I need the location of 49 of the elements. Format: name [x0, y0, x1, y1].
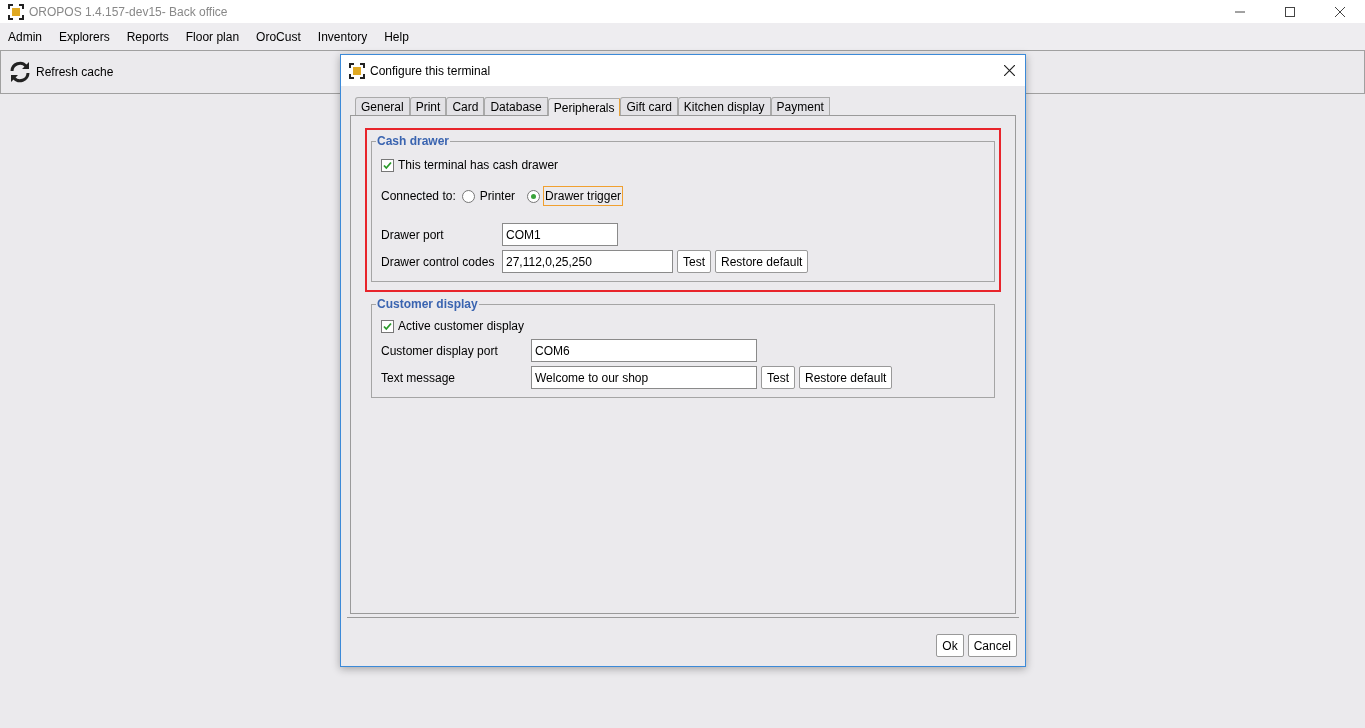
section-title: Cash drawer: [377, 134, 450, 148]
text-field[interactable]: 27,112,0,25,250: [502, 250, 673, 273]
menu-item[interactable]: Reports: [126, 27, 169, 46]
menu-item[interactable]: Inventory: [317, 27, 368, 46]
dialog-button[interactable]: Ok: [936, 634, 964, 657]
tab[interactable]: Kitchen display: [677, 97, 771, 115]
dialog-title: Configure this terminal: [370, 62, 491, 80]
action-button[interactable]: Restore default: [799, 366, 893, 389]
radio-label: Drawer trigger: [543, 186, 624, 206]
field-label: Drawer control codes: [381, 253, 496, 271]
radio-button[interactable]: [461, 189, 475, 203]
text-field[interactable]: COM6: [531, 339, 757, 362]
app-logo-icon: [349, 62, 365, 79]
refresh-cache-button[interactable]: Refresh cache: [8, 60, 114, 84]
menu-item[interactable]: OroCust: [256, 27, 301, 46]
text-field[interactable]: COM1: [502, 223, 618, 246]
checkbox[interactable]: [381, 158, 394, 172]
menu-item[interactable]: Floor plan: [185, 27, 240, 46]
action-button[interactable]: Test: [677, 250, 711, 273]
radio-label: Printer: [478, 188, 517, 205]
checkbox-label: This terminal has cash drawer: [398, 157, 559, 174]
dialog-button[interactable]: Cancel: [967, 634, 1017, 657]
checkbox-label: Active customer display: [398, 318, 525, 335]
radio-button[interactable]: [527, 189, 541, 203]
field-label: Customer display port: [381, 342, 499, 360]
menu-item[interactable]: Explorers: [59, 27, 110, 46]
close-icon[interactable]: [1004, 65, 1015, 76]
tab[interactable]: Card: [446, 97, 485, 115]
section-title: Customer display: [377, 297, 478, 311]
checkbox[interactable]: [381, 319, 394, 333]
field-label: Connected to:: [381, 188, 456, 205]
refresh-icon: [8, 60, 32, 84]
field-label: Drawer port: [381, 226, 445, 244]
tab[interactable]: Database: [484, 97, 548, 115]
field-label: Text message: [381, 369, 457, 387]
action-button[interactable]: Test: [761, 366, 795, 389]
menu-item[interactable]: Help: [384, 27, 409, 46]
tab[interactable]: Print: [409, 97, 447, 115]
tab[interactable]: Peripherals: [547, 98, 621, 116]
action-button[interactable]: Restore default: [715, 250, 809, 273]
tab[interactable]: Payment: [770, 97, 830, 115]
text-field[interactable]: Welcome to our shop: [531, 366, 757, 389]
maximize-icon[interactable]: [1285, 6, 1295, 17]
tab[interactable]: General: [355, 97, 410, 115]
tab[interactable]: Gift card: [620, 97, 678, 115]
menu-item[interactable]: Admin: [8, 27, 42, 46]
window-title: OROPOS 1.4.157-dev15- Back office: [29, 3, 228, 21]
app-logo-icon: [8, 3, 24, 20]
close-icon[interactable]: [1335, 6, 1345, 17]
